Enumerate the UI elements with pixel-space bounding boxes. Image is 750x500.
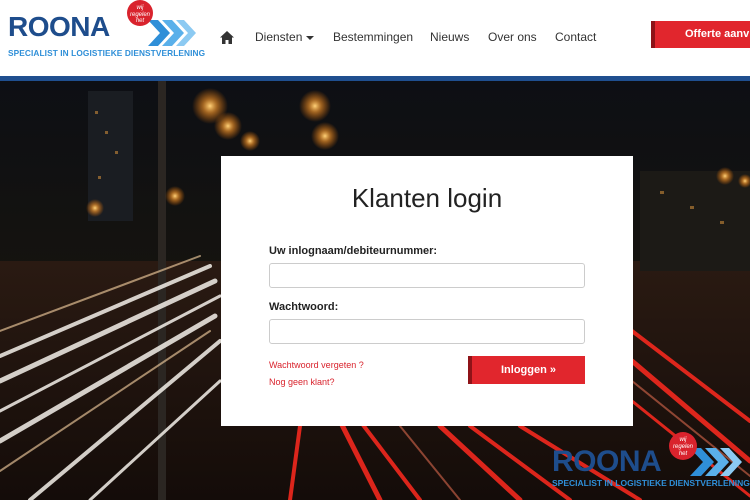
site-header: ROONA wij regelen het SPECIALIST IN LOGI… [0, 0, 750, 76]
logo-wordmark: ROONA [8, 11, 110, 42]
password-label: Wachtwoord: [269, 301, 339, 313]
login-card: Klanten login Uw inlognaam/debiteurnumme… [221, 156, 633, 426]
logo-badge: wij regelen het [127, 0, 153, 26]
home-icon[interactable] [219, 30, 235, 46]
nav-item-diensten[interactable]: Diensten [255, 30, 315, 44]
logo-tagline: SPECIALIST IN LOGISTIEKE DIENSTVERLENING [8, 48, 206, 58]
nav-item-contact[interactable]: Contact [555, 30, 596, 44]
footer-logo-wordmark: ROONA [552, 445, 662, 478]
nav-item-bestemmingen[interactable]: Bestemmingen [333, 30, 413, 44]
caret-down-icon [306, 35, 315, 40]
username-input[interactable] [269, 263, 585, 288]
register-link[interactable]: Nog geen klant? [269, 377, 335, 387]
footer-logo-badge: wij regelen het [669, 432, 697, 460]
chevrons-icon [690, 448, 742, 476]
page-title: Klanten login [351, 183, 503, 213]
password-input[interactable] [269, 319, 585, 344]
offerte-button[interactable]: Offerte aanvraag [651, 21, 750, 48]
forgot-password-link[interactable]: Wachtwoord vergeten ? [269, 360, 364, 370]
username-label: Uw inlognaam/debiteurnummer: [269, 245, 438, 257]
chevrons-icon [148, 20, 196, 46]
footer-logo: ROONA wij regelen het SPECIALIST IN LOGI… [552, 432, 750, 498]
site-logo[interactable]: ROONA wij regelen het SPECIALIST IN LOGI… [8, 0, 205, 60]
nav-item-nieuws[interactable]: Nieuws [430, 30, 469, 44]
nav-item-over-ons[interactable]: Over ons [488, 30, 537, 44]
footer-logo-tagline: SPECIALIST IN LOGISTIEKE DIENSTVERLENING [552, 478, 750, 488]
login-button[interactable]: Inloggen » [468, 356, 585, 384]
